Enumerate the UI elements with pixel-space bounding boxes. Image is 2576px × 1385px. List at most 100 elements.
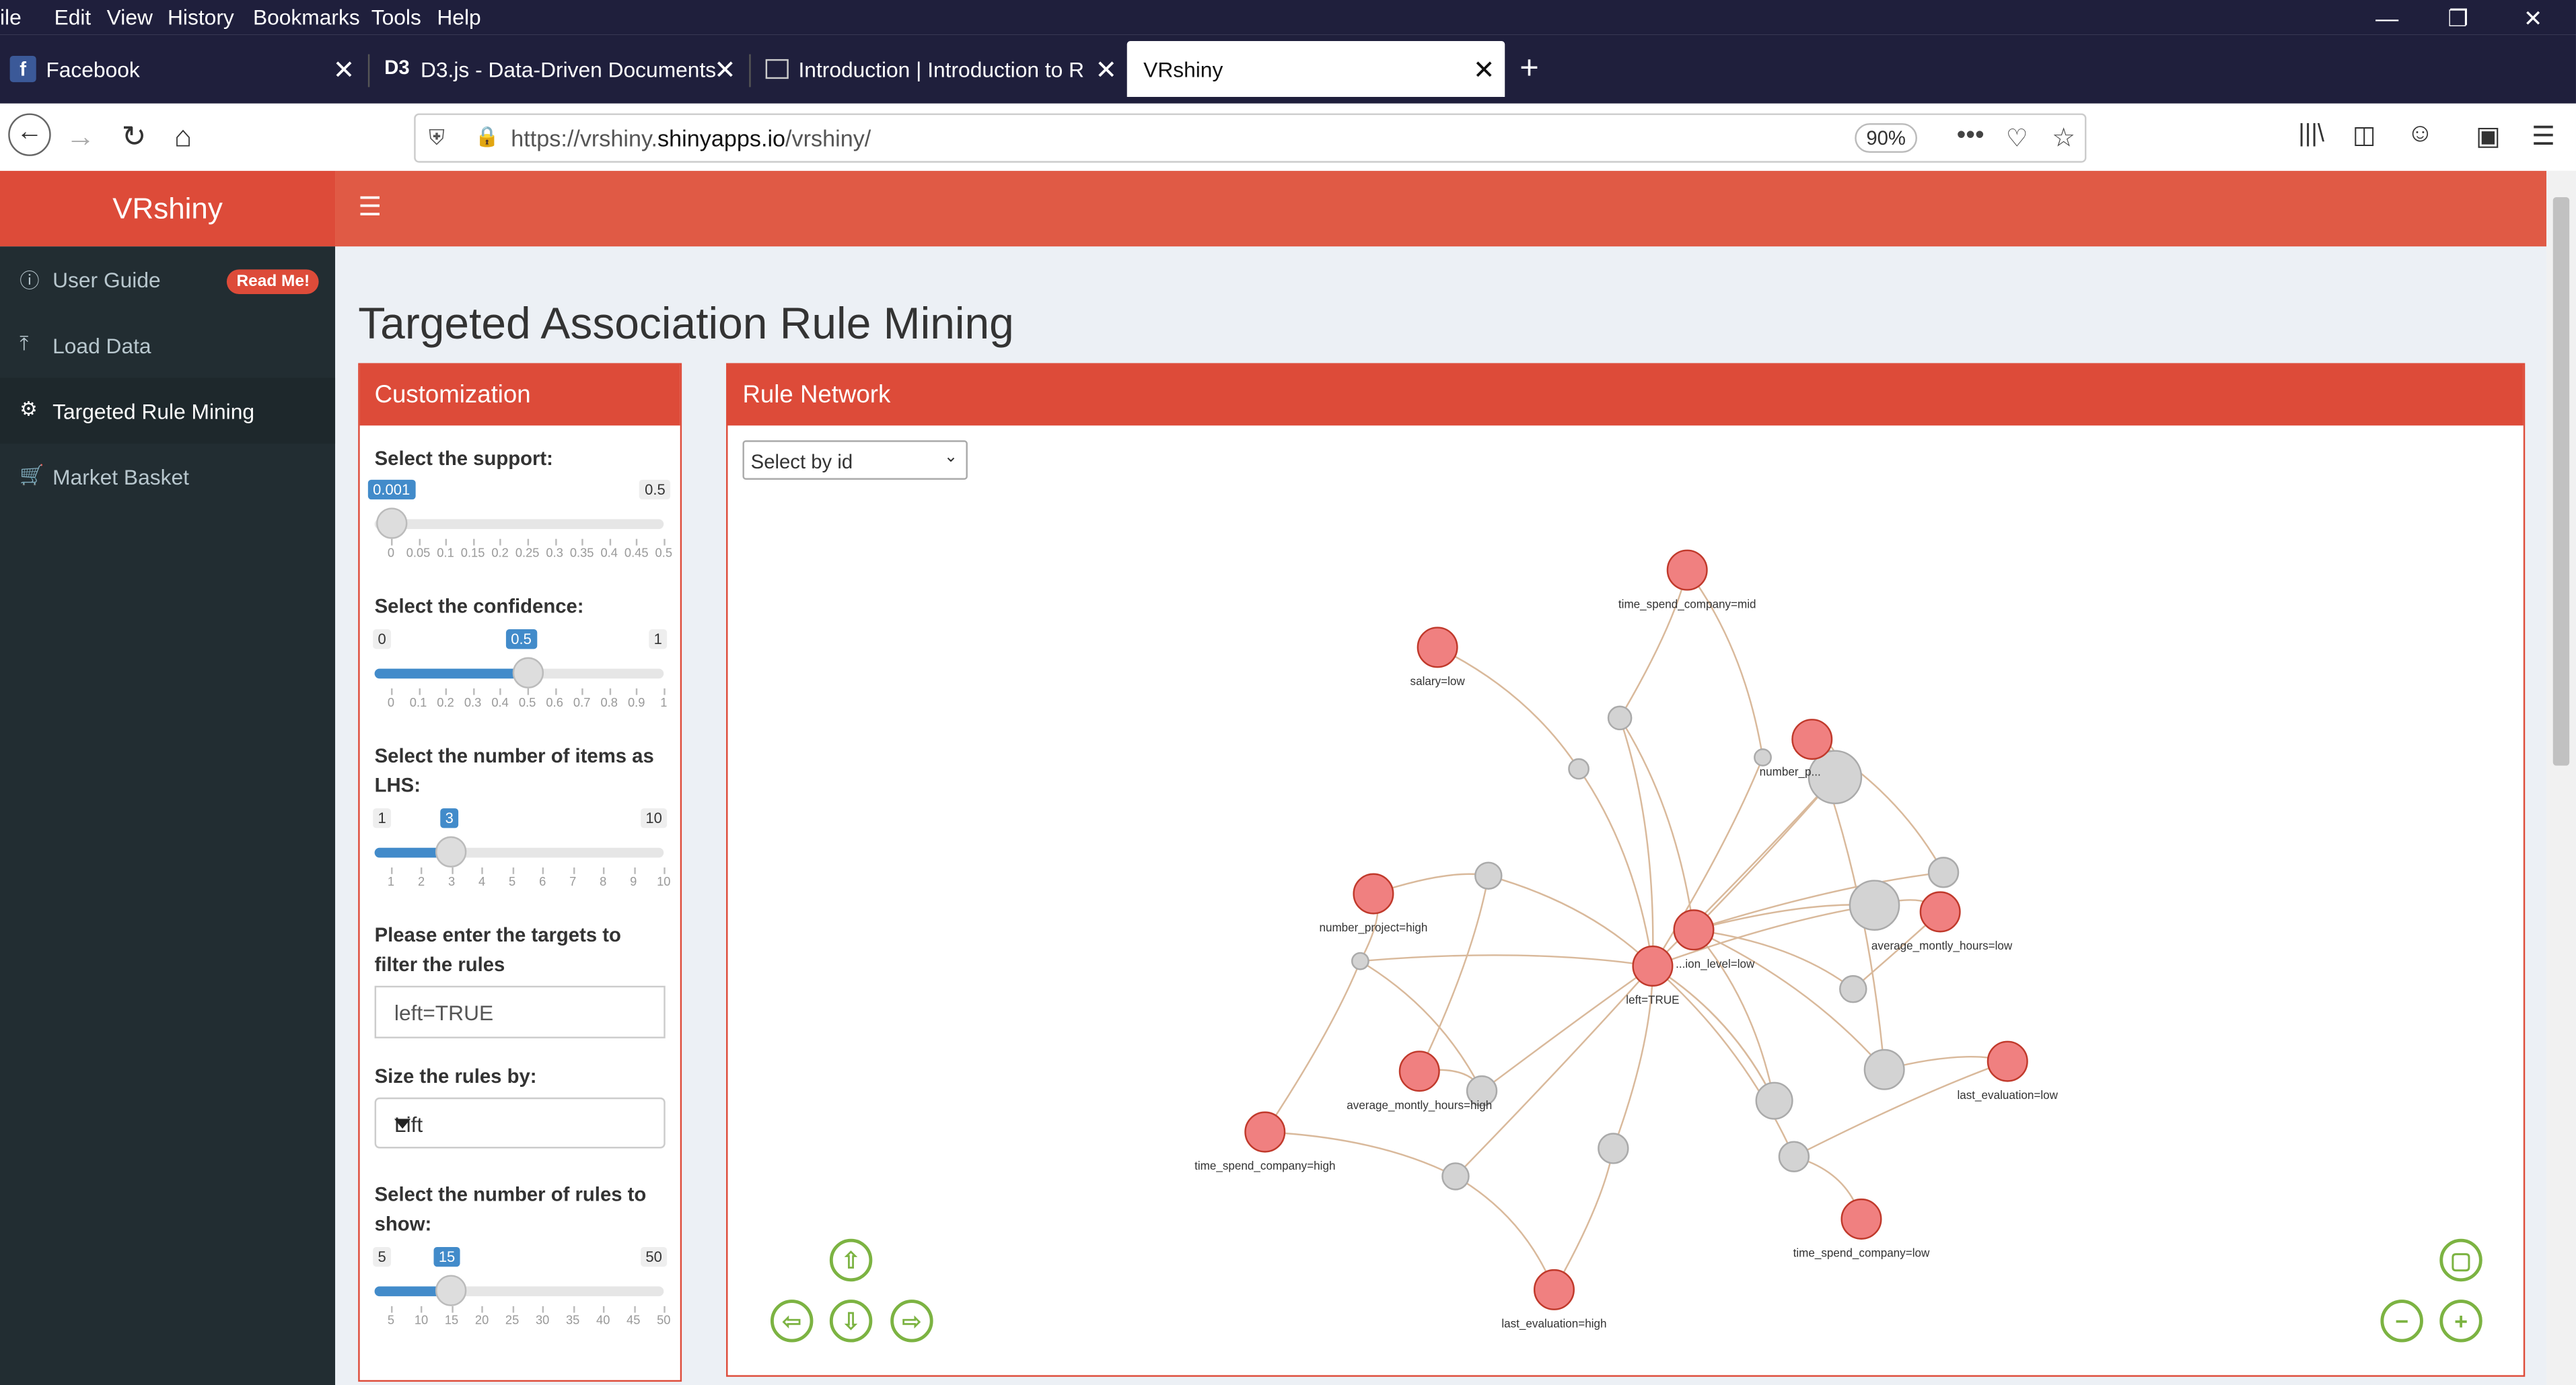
rule-node[interactable] (1568, 758, 1589, 780)
more-actions-icon[interactable]: ••• (1957, 122, 1984, 151)
item-node[interactable] (1919, 891, 1961, 933)
sidebar-item-load-data[interactable]: ⤒ Load Data (0, 312, 335, 378)
item-node[interactable] (1666, 549, 1708, 591)
lhs-knob[interactable] (435, 836, 468, 868)
item-node[interactable] (1673, 909, 1715, 951)
slider-tick-mark (391, 538, 393, 546)
sidebar-item-targeted-rule-mining[interactable]: ⚙ Targeted Rule Mining (0, 378, 336, 444)
bookmark-star-icon[interactable]: ☆ (2052, 122, 2075, 155)
library-icon[interactable]: |||\ (2298, 120, 2324, 148)
close-tab-icon[interactable]: ✕ (333, 55, 355, 87)
restore-icon[interactable]: ❐ (2448, 5, 2469, 33)
zoom-level[interactable]: 90% (1855, 123, 1918, 153)
lhs-ticks: 1 2 3 4 5 6 7 8 9 10 (375, 867, 670, 890)
close-tab-icon[interactable]: ✕ (1473, 55, 1495, 87)
rule-network-graph[interactable]: time_spend_company=mid salary=low number_p… (727, 425, 2523, 1378)
item-node[interactable] (1791, 719, 1833, 760)
item-node[interactable] (1398, 1051, 1440, 1092)
close-tab-icon[interactable]: ✕ (714, 55, 736, 87)
menu-help[interactable]: Help (437, 5, 480, 30)
sidebar-item-user-guide[interactable]: ⓘ User Guide Read Me! (0, 246, 335, 312)
support-label: Select the support: (374, 447, 553, 470)
slider-tick-label: 7 (569, 874, 577, 889)
rule-node[interactable] (1863, 1049, 1905, 1090)
slider-tick-mark (554, 538, 557, 546)
lhs-min: 1 (373, 808, 392, 828)
item-node[interactable] (1244, 1111, 1286, 1153)
slider-tick-label: 0.7 (573, 695, 591, 710)
slider-tick-label: 0.05 (406, 545, 431, 561)
forward-icon[interactable]: → (66, 120, 96, 154)
back-icon[interactable]: ← (8, 113, 51, 156)
rule-node[interactable] (1778, 1141, 1810, 1172)
tab-introduction-r[interactable]: Introduction | Introduction to R ✕ (756, 41, 1127, 97)
rule-node[interactable] (1849, 880, 1900, 931)
home-icon[interactable]: ⌂ (174, 120, 192, 154)
menu-edit[interactable]: Edit (55, 5, 92, 30)
slider-tick-mark (452, 867, 454, 874)
slider-tick-mark (527, 538, 530, 546)
confidence-slider[interactable]: 0 0.5 1 0 0.1 0.2 0.3 0.4 0.5 0.6 0.7 0.8 0.9 1 (373, 629, 668, 711)
support-knob[interactable] (375, 507, 407, 539)
rule-node[interactable] (1754, 748, 1772, 767)
item-node[interactable] (1987, 1040, 2028, 1082)
slider-tick-label: 45 (627, 1312, 641, 1328)
slider-tick-mark (573, 1306, 575, 1313)
rule-node[interactable] (1755, 1081, 1793, 1120)
close-window-icon[interactable]: ✕ (2524, 5, 2543, 33)
sidebar-item-market-basket[interactable]: 🛒 Market Basket (0, 443, 335, 509)
menu-file[interactable]: ile (0, 5, 22, 30)
app-logo[interactable]: VRshiny (0, 170, 336, 247)
tab-vrshiny[interactable]: VRshiny ✕ (1126, 41, 1505, 98)
lhs-slider[interactable]: 1 3 10 1 2 3 4 5 6 7 8 9 10 (373, 808, 670, 890)
tab-facebook[interactable]: f Facebook ✕ (0, 41, 365, 97)
item-node[interactable] (1353, 873, 1394, 915)
menu-tools[interactable]: Tools (371, 5, 421, 30)
item-node[interactable] (1840, 1198, 1882, 1240)
sidebar-item-label: Targeted Rule Mining (52, 399, 255, 424)
item-node[interactable] (1632, 945, 1674, 987)
tab-d3js[interactable]: D3 D3.js - Data-Driven Documents ✕ (375, 41, 746, 97)
item-node[interactable] (1417, 627, 1458, 668)
confidence-knob[interactable] (511, 657, 543, 688)
pan-up-glyph: ⇧ (841, 1248, 861, 1274)
extensions-icon[interactable]: ▣ (2476, 120, 2501, 153)
sidebar: ⓘ User Guide Read Me! ⤒ Load Data ⚙ Targ… (0, 246, 336, 1385)
menu-icon[interactable]: ☰ (2532, 120, 2555, 153)
scrollbar-thumb[interactable] (2552, 197, 2570, 766)
sidebar-toggle-icon[interactable]: ◫ (2353, 120, 2376, 150)
support-slider[interactable]: 0.001 0.5 0 0.05 0.1 0.15 0.2 0.25 0.3 0.35 0.4 0… (367, 479, 672, 562)
menu-history[interactable]: History (168, 5, 234, 30)
rule-node[interactable] (1607, 705, 1633, 731)
fit-view-glyph: ▢ (2450, 1248, 2472, 1274)
targets-input[interactable]: left=TRUE (374, 985, 666, 1038)
slider-tick-mark (472, 538, 475, 546)
menu-view[interactable]: View (107, 5, 153, 30)
rule-node[interactable] (1474, 861, 1503, 890)
close-tab-icon[interactable]: ✕ (1095, 55, 1117, 87)
slider-tick-mark (512, 867, 514, 874)
rule-node[interactable] (1839, 974, 1867, 1003)
rule-node[interactable] (1598, 1133, 1629, 1164)
shield-icon[interactable]: ⛨ (429, 125, 445, 151)
item-node-label: last_evaluation=low (1957, 1089, 2058, 1102)
item-node[interactable] (1533, 1269, 1575, 1310)
menu-bookmarks[interactable]: Bookmarks (253, 5, 360, 30)
nrules-slider[interactable]: 5 15 50 5 10 15 20 25 30 35 40 45 50 (373, 1246, 670, 1329)
account-icon[interactable]: ☺ (2407, 120, 2434, 149)
nrules-knob[interactable] (435, 1275, 468, 1306)
minimize-icon[interactable]: — (2375, 5, 2398, 31)
rule-node[interactable] (1351, 952, 1369, 970)
item-node-label: time_spend_company=mid (1618, 598, 1756, 610)
sidebar-toggle-button[interactable]: ☰ (358, 190, 382, 223)
rule-node[interactable] (1927, 857, 1960, 888)
slider-tick-label: 1 (660, 695, 668, 710)
rule-node[interactable] (1441, 1162, 1470, 1191)
new-tab-icon[interactable]: + (1519, 51, 1539, 89)
size-by-select[interactable]: Lift (374, 1097, 666, 1149)
reload-icon[interactable]: ↻ (122, 120, 147, 154)
page-scrollbar[interactable] (2546, 170, 2576, 1385)
address-bar[interactable]: ⛨ 🔒 https://vrshiny.shinyapps.io/vrshiny… (414, 113, 2087, 163)
pocket-icon[interactable]: ♡ (2006, 123, 2028, 153)
slider-tick-mark (482, 1306, 484, 1313)
